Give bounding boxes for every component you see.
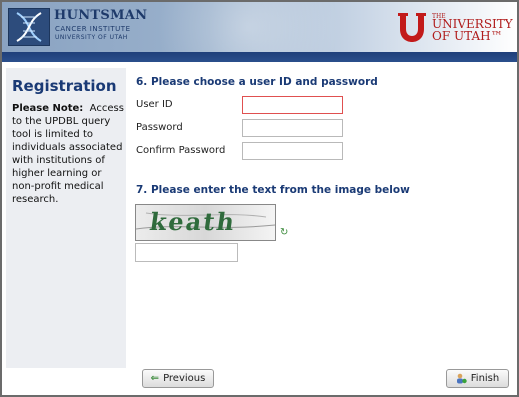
finish-button-label: Finish (470, 373, 500, 384)
previous-button[interactable]: ⇐ Previous (142, 369, 214, 388)
step6-heading: 6. Please choose a user ID and password (136, 76, 378, 88)
access-note-text: Access to the UPDBL query tool is limite… (12, 103, 124, 205)
registration-window: HUNTSMAN CANCER INSTITUTE UNIVERSITY OF … (0, 0, 519, 397)
huntsman-logo-affiliation: UNIVERSITY OF UTAH (55, 34, 128, 41)
captcha-text: keath (147, 207, 239, 236)
previous-button-label: Previous (163, 373, 206, 384)
refresh-captcha-icon[interactable]: ↻ (280, 227, 288, 238)
finish-button[interactable]: Finish (446, 369, 509, 388)
huntsman-logo-subtitle: CANCER INSTITUTE (55, 25, 131, 33)
user-id-input[interactable] (242, 96, 343, 114)
password-label: Password (136, 122, 183, 133)
confirm-password-label: Confirm Password (136, 145, 226, 156)
confirm-password-input[interactable] (242, 142, 343, 160)
finish-icon (456, 373, 467, 384)
page-title: Registration (12, 77, 117, 95)
header-divider (2, 52, 517, 62)
university-logo-line2: OF UTAH™ (432, 29, 503, 43)
user-id-label: User ID (136, 99, 173, 110)
arrow-left-icon: ⇐ (150, 373, 160, 384)
header-decoration (152, 2, 392, 52)
access-note-label: Please Note: (12, 103, 84, 114)
access-note: Please Note: Access to the UPDBL query t… (12, 102, 126, 206)
password-input[interactable] (242, 119, 343, 137)
header-banner: HUNTSMAN CANCER INSTITUTE UNIVERSITY OF … (2, 2, 517, 52)
huntsman-dna-icon (8, 8, 50, 46)
captcha-image: keath (135, 204, 276, 241)
university-logo-name: UNIVERSITY OF UTAH™ (432, 18, 513, 42)
step7-heading: 7. Please enter the text from the image … (136, 184, 410, 196)
university-u-logo-icon (398, 13, 426, 42)
captcha-input[interactable] (135, 243, 238, 262)
huntsman-logo-name: HUNTSMAN (54, 8, 148, 23)
